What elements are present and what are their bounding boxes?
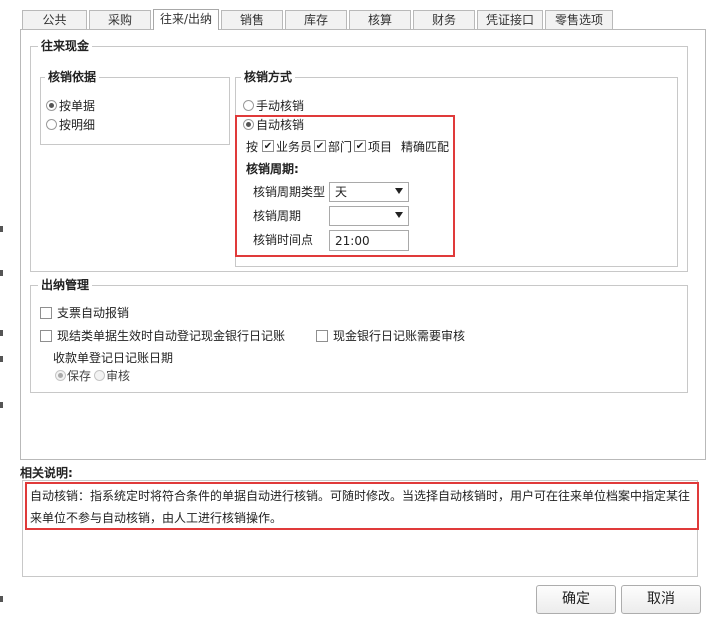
ok-button[interactable]: 确定 [536,585,616,614]
time-point-input[interactable]: 21:00 [329,230,409,251]
tab-inventory[interactable]: 库存 [285,10,347,30]
cashier-group-title: 出纳管理 [38,278,93,292]
edge-mark [0,270,3,276]
edge-mark [0,402,3,408]
tab-retail-options[interactable]: 零售选项 [545,10,613,30]
cancel-button[interactable]: 取消 [621,585,701,614]
cycle-select[interactable] [329,206,409,226]
basis-by-document-label[interactable]: 按单据 [59,99,95,113]
receipt-audit-label[interactable]: 审核 [106,369,130,383]
by-label: 按 [246,140,259,154]
journal-need-audit-checkbox[interactable] [316,330,328,342]
receipt-save-radio[interactable] [55,370,66,381]
dropdown-arrow-icon [395,212,403,218]
basis-group-title: 核销依据 [45,70,100,84]
tab-accounting[interactable]: 核算 [349,10,411,30]
basis-by-document-radio[interactable] [46,100,57,111]
cycle-type-label: 核销周期类型 [253,185,326,199]
tab-voucher-interface[interactable]: 凭证接口 [477,10,543,30]
receipt-audit-radio[interactable] [94,370,105,381]
auto-writeoff-label[interactable]: 自动核销 [256,118,304,132]
tab-ar-cashier[interactable]: 往来/出纳 [153,9,219,30]
edge-mark [0,596,3,602]
description-title: 相关说明: [20,466,73,480]
edge-mark [0,356,3,362]
tab-sales[interactable]: 销售 [221,10,283,30]
receipt-journal-date-label: 收款单登记日记账日期 [53,351,174,365]
project-label[interactable]: 项目 [368,140,392,154]
dropdown-arrow-icon [395,188,403,194]
auto-check-reimburse-checkbox[interactable] [40,307,52,319]
time-point-label: 核销时间点 [253,233,314,247]
exact-match-label: 精确匹配 [401,140,450,154]
cycle-type-value: 天 [335,185,348,199]
tab-bar: 公共 采购 往来/出纳 销售 库存 核算 财务 凭证接口 零售选项 [22,9,706,30]
department-checkbox[interactable] [314,140,326,152]
project-checkbox[interactable] [354,140,366,152]
basis-by-detail-radio[interactable] [46,119,57,130]
auto-register-journal-checkbox[interactable] [40,330,52,342]
tab-public[interactable]: 公共 [22,10,87,30]
tab-finance[interactable]: 财务 [413,10,475,30]
basis-by-detail-label[interactable]: 按明细 [59,118,95,132]
description-text: 自动核销：指系统定时将符合条件的单据自动进行核销。可随时修改。当选择自动核销时，… [30,489,691,525]
journal-need-audit-label[interactable]: 现金银行日记账需要审核 [333,329,465,343]
department-label[interactable]: 部门 [328,140,352,154]
cycle-label: 核销周期 [253,209,302,223]
tab-purchase[interactable]: 采购 [89,10,151,30]
edge-mark [0,226,3,232]
auto-check-reimburse-label[interactable]: 支票自动报销 [57,306,129,320]
salesperson-label[interactable]: 业务员 [276,140,312,154]
manual-writeoff-radio[interactable] [243,100,254,111]
cycle-type-select[interactable]: 天 [329,182,409,202]
receipt-save-label[interactable]: 保存 [67,369,91,383]
auto-writeoff-radio[interactable] [243,119,254,130]
left-window-edge [0,0,20,618]
method-group-title: 核销方式 [241,70,296,84]
edge-mark [0,330,3,336]
cash-group-title: 往来现金 [38,39,93,53]
auto-register-journal-label[interactable]: 现结类单据生效时自动登记现金银行日记账 [57,329,285,343]
salesperson-checkbox[interactable] [262,140,274,152]
manual-writeoff-label[interactable]: 手动核销 [256,99,304,113]
cycle-section-title: 核销周期: [246,162,299,176]
